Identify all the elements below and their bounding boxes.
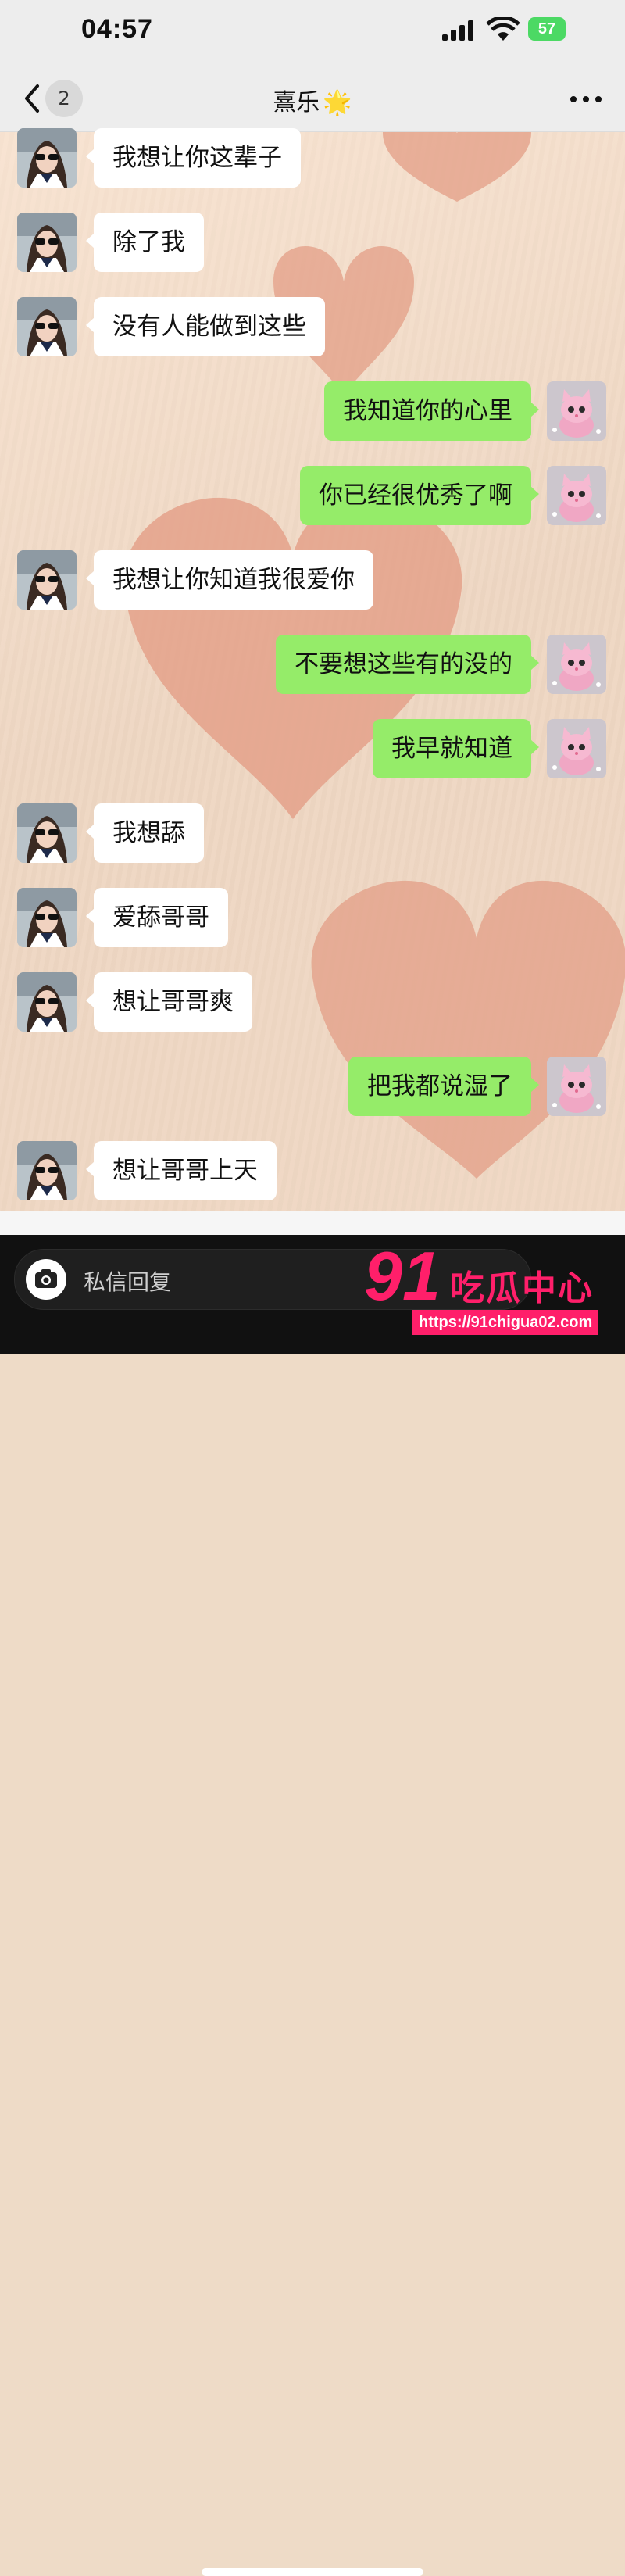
message-row: 我早就知道 — [0, 719, 625, 778]
sent-message-bubble[interactable]: 我早就知道 — [373, 719, 539, 778]
reply-placeholder: 私信回复 — [84, 1269, 172, 1295]
battery-indicator: 57 — [528, 17, 566, 41]
signal-icon — [442, 20, 473, 41]
contact-avatar[interactable] — [17, 888, 77, 947]
message-row: 不要想这些有的没的 — [0, 635, 625, 694]
contact-avatar-image — [17, 888, 77, 947]
contact-avatar-image — [17, 803, 77, 863]
message-row: 我想舔 — [0, 803, 625, 863]
contact-avatar[interactable] — [17, 1141, 77, 1200]
message-list-end — [0, 1211, 625, 1235]
watermark-url: https://91chigua02.com — [412, 1310, 599, 1335]
chat-header: 2 熹乐 🌟 — [0, 66, 625, 132]
status-time: 04:57 — [81, 14, 153, 44]
my-avatar[interactable] — [547, 381, 606, 441]
home-indicator — [202, 2568, 423, 2576]
camera-icon — [35, 1269, 57, 1288]
my-avatar[interactable] — [547, 635, 606, 694]
site-watermark: 91 吃瓜中心 https://91chigua02.com — [364, 1241, 614, 1341]
message-row: 把我都说湿了 — [0, 1057, 625, 1116]
received-message-bubble[interactable]: 没有人能做到这些 — [86, 297, 325, 356]
message-row: 爱舔哥哥 — [0, 888, 625, 947]
message-row: 我想让你知道我很爱你 — [0, 550, 625, 610]
message-row: 想让哥哥爽 — [0, 972, 625, 1032]
sent-message-bubble[interactable]: 你已经很优秀了啊 — [300, 466, 539, 525]
my-avatar[interactable] — [547, 1057, 606, 1116]
contact-avatar[interactable] — [17, 297, 77, 356]
contact-avatar-image — [17, 1141, 77, 1200]
reply-bar: 私信回复 91 吃瓜中心 https://91chigua02.com — [0, 1235, 625, 2576]
message-row: 除了我 — [0, 213, 625, 272]
more-options-icon[interactable] — [569, 88, 603, 111]
my-avatar-image — [547, 719, 606, 778]
received-message-bubble[interactable]: 我想让你知道我很爱你 — [86, 550, 373, 610]
watermark-number: 91 — [364, 1237, 441, 1315]
sent-message-bubble[interactable]: 把我都说湿了 — [348, 1057, 539, 1116]
status-bar: 04:57 57 — [0, 0, 625, 66]
watermark-name: 吃瓜中心 — [450, 1268, 594, 1308]
sent-message-bubble[interactable]: 不要想这些有的没的 — [276, 635, 539, 694]
my-avatar[interactable] — [547, 466, 606, 525]
chat-title-text: 熹乐 — [273, 89, 320, 116]
chat-title: 熹乐 🌟 — [0, 83, 625, 117]
message-row: 没有人能做到这些 — [0, 297, 625, 356]
contact-avatar-image — [17, 297, 77, 356]
contact-avatar[interactable] — [17, 550, 77, 610]
my-avatar-image — [547, 1057, 606, 1116]
message-row: 想让哥哥上天 — [0, 1141, 625, 1200]
contact-avatar-image — [17, 550, 77, 610]
sent-message-bubble[interactable]: 我知道你的心里 — [324, 381, 539, 441]
contact-avatar-image — [17, 128, 77, 188]
my-avatar-image — [547, 381, 606, 441]
received-message-bubble[interactable]: 我想让你这辈子 — [86, 128, 301, 188]
received-message-bubble[interactable]: 想让哥哥上天 — [86, 1141, 277, 1200]
contact-avatar[interactable] — [17, 213, 77, 272]
contact-avatar[interactable] — [17, 972, 77, 1032]
wifi-icon — [486, 17, 520, 41]
contact-avatar-image — [17, 213, 77, 272]
received-message-bubble[interactable]: 除了我 — [86, 213, 204, 272]
my-avatar-image — [547, 466, 606, 525]
my-avatar-image — [547, 635, 606, 694]
message-row: 你已经很优秀了啊 — [0, 466, 625, 525]
contact-avatar-image — [17, 972, 77, 1032]
contact-avatar[interactable] — [17, 803, 77, 863]
star-emoji-icon: 🌟 — [323, 89, 352, 116]
camera-button[interactable] — [26, 1259, 66, 1300]
received-message-bubble[interactable]: 想让哥哥爽 — [86, 972, 252, 1032]
received-message-bubble[interactable]: 我想舔 — [86, 803, 204, 863]
received-message-bubble[interactable]: 爱舔哥哥 — [86, 888, 228, 947]
my-avatar[interactable] — [547, 719, 606, 778]
contact-avatar[interactable] — [17, 128, 77, 188]
message-row: 我知道你的心里 — [0, 381, 625, 441]
message-row: 我想让你这辈子 — [0, 128, 625, 188]
